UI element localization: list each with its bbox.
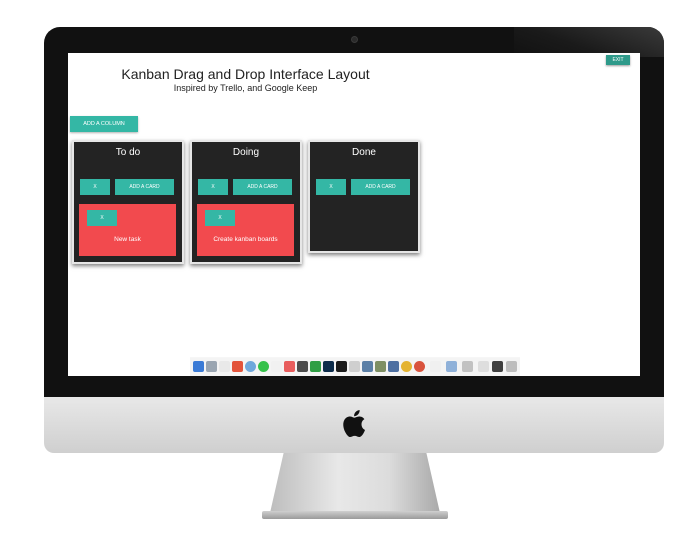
chrome-icon-2[interactable] xyxy=(401,361,412,372)
column-to-do[interactable]: To do X ADD A CARD X New task xyxy=(72,140,184,264)
app-icon-7[interactable] xyxy=(478,361,489,372)
preview-icon[interactable] xyxy=(362,361,373,372)
chrome-icon-3[interactable] xyxy=(414,361,425,372)
exit-button[interactable]: EXIT xyxy=(606,55,630,65)
chrome-icon[interactable] xyxy=(245,361,256,372)
dock xyxy=(190,357,520,376)
photos-icon[interactable] xyxy=(375,361,386,372)
app-icon[interactable] xyxy=(297,361,308,372)
app-icon-5[interactable] xyxy=(446,361,457,372)
add-column-button[interactable]: ADD A COLUMN xyxy=(70,116,138,132)
card-text: Create kanban boards xyxy=(213,236,278,243)
remove-column-button[interactable]: X xyxy=(198,179,228,195)
column-title: Done xyxy=(352,147,376,158)
column-doing[interactable]: Doing X ADD A CARD X Create kanban board… xyxy=(190,140,302,264)
add-card-button[interactable]: ADD A CARD xyxy=(233,179,292,195)
card-text: New task xyxy=(114,236,141,243)
photoshop-icon[interactable] xyxy=(323,361,334,372)
terminal-icon[interactable] xyxy=(336,361,347,372)
whatsapp-icon[interactable] xyxy=(258,361,269,372)
app-icon-4[interactable] xyxy=(430,361,441,372)
notes-icon[interactable] xyxy=(284,361,295,372)
add-card-button[interactable]: ADD A CARD xyxy=(351,179,410,195)
remove-column-button[interactable]: X xyxy=(80,179,110,195)
app-icon-3[interactable] xyxy=(388,361,399,372)
app-icon-6[interactable] xyxy=(462,361,473,372)
add-card-button[interactable]: ADD A CARD xyxy=(115,179,174,195)
apple-logo-icon xyxy=(343,410,365,438)
finder-icon[interactable] xyxy=(193,361,204,372)
card[interactable]: X New task xyxy=(79,204,176,256)
monitor-stand-base xyxy=(262,511,448,519)
launchpad-icon[interactable] xyxy=(206,361,217,372)
page-title: Kanban Drag and Drop Interface Layout xyxy=(121,66,370,82)
monitor-stand xyxy=(270,453,440,513)
remove-column-button[interactable]: X xyxy=(316,179,346,195)
column-title: To do xyxy=(115,147,141,158)
app-icon-green[interactable] xyxy=(310,361,321,372)
trash-icon[interactable] xyxy=(506,361,517,372)
camera-icon xyxy=(351,36,358,43)
app-icon-8[interactable] xyxy=(492,361,503,372)
app-icon-2[interactable] xyxy=(349,361,360,372)
itunes-icon[interactable] xyxy=(271,361,282,372)
screen: EXIT Kanban Drag and Drop Interface Layo… xyxy=(68,53,640,376)
page-subtitle: Inspired by Trello, and Google Keep xyxy=(173,83,318,93)
column-title: Doing xyxy=(232,147,260,158)
calendar-icon[interactable] xyxy=(219,361,230,372)
remove-card-button[interactable]: X xyxy=(87,210,117,226)
column-done[interactable]: Done X ADD A CARD xyxy=(308,140,420,253)
remove-card-button[interactable]: X xyxy=(205,210,235,226)
safari-icon[interactable] xyxy=(232,361,243,372)
card[interactable]: X Create kanban boards xyxy=(197,204,294,256)
